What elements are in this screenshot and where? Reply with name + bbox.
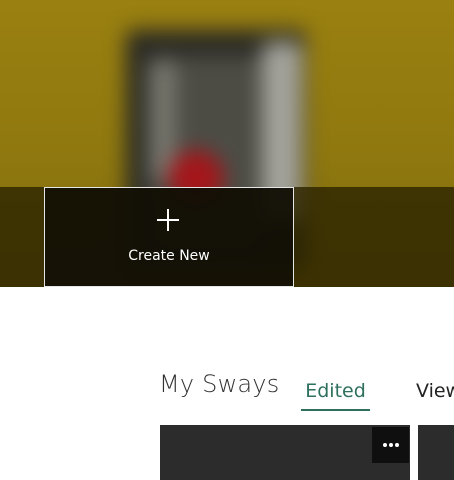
sway-home-page: Create New My Sways Edited Viewed	[0, 0, 454, 480]
create-new-label: Create New	[128, 248, 210, 264]
more-options-button[interactable]	[372, 427, 409, 463]
plus-icon	[157, 209, 179, 231]
more-options-icon	[383, 443, 387, 447]
section-title: My Sways	[159, 370, 280, 398]
tab-edited-underline	[301, 409, 370, 411]
sway-card[interactable]	[418, 425, 454, 480]
tab-edited[interactable]: Edited	[301, 378, 370, 410]
create-new-button[interactable]	[44, 187, 294, 287]
tab-viewed[interactable]: Viewed	[416, 378, 454, 404]
